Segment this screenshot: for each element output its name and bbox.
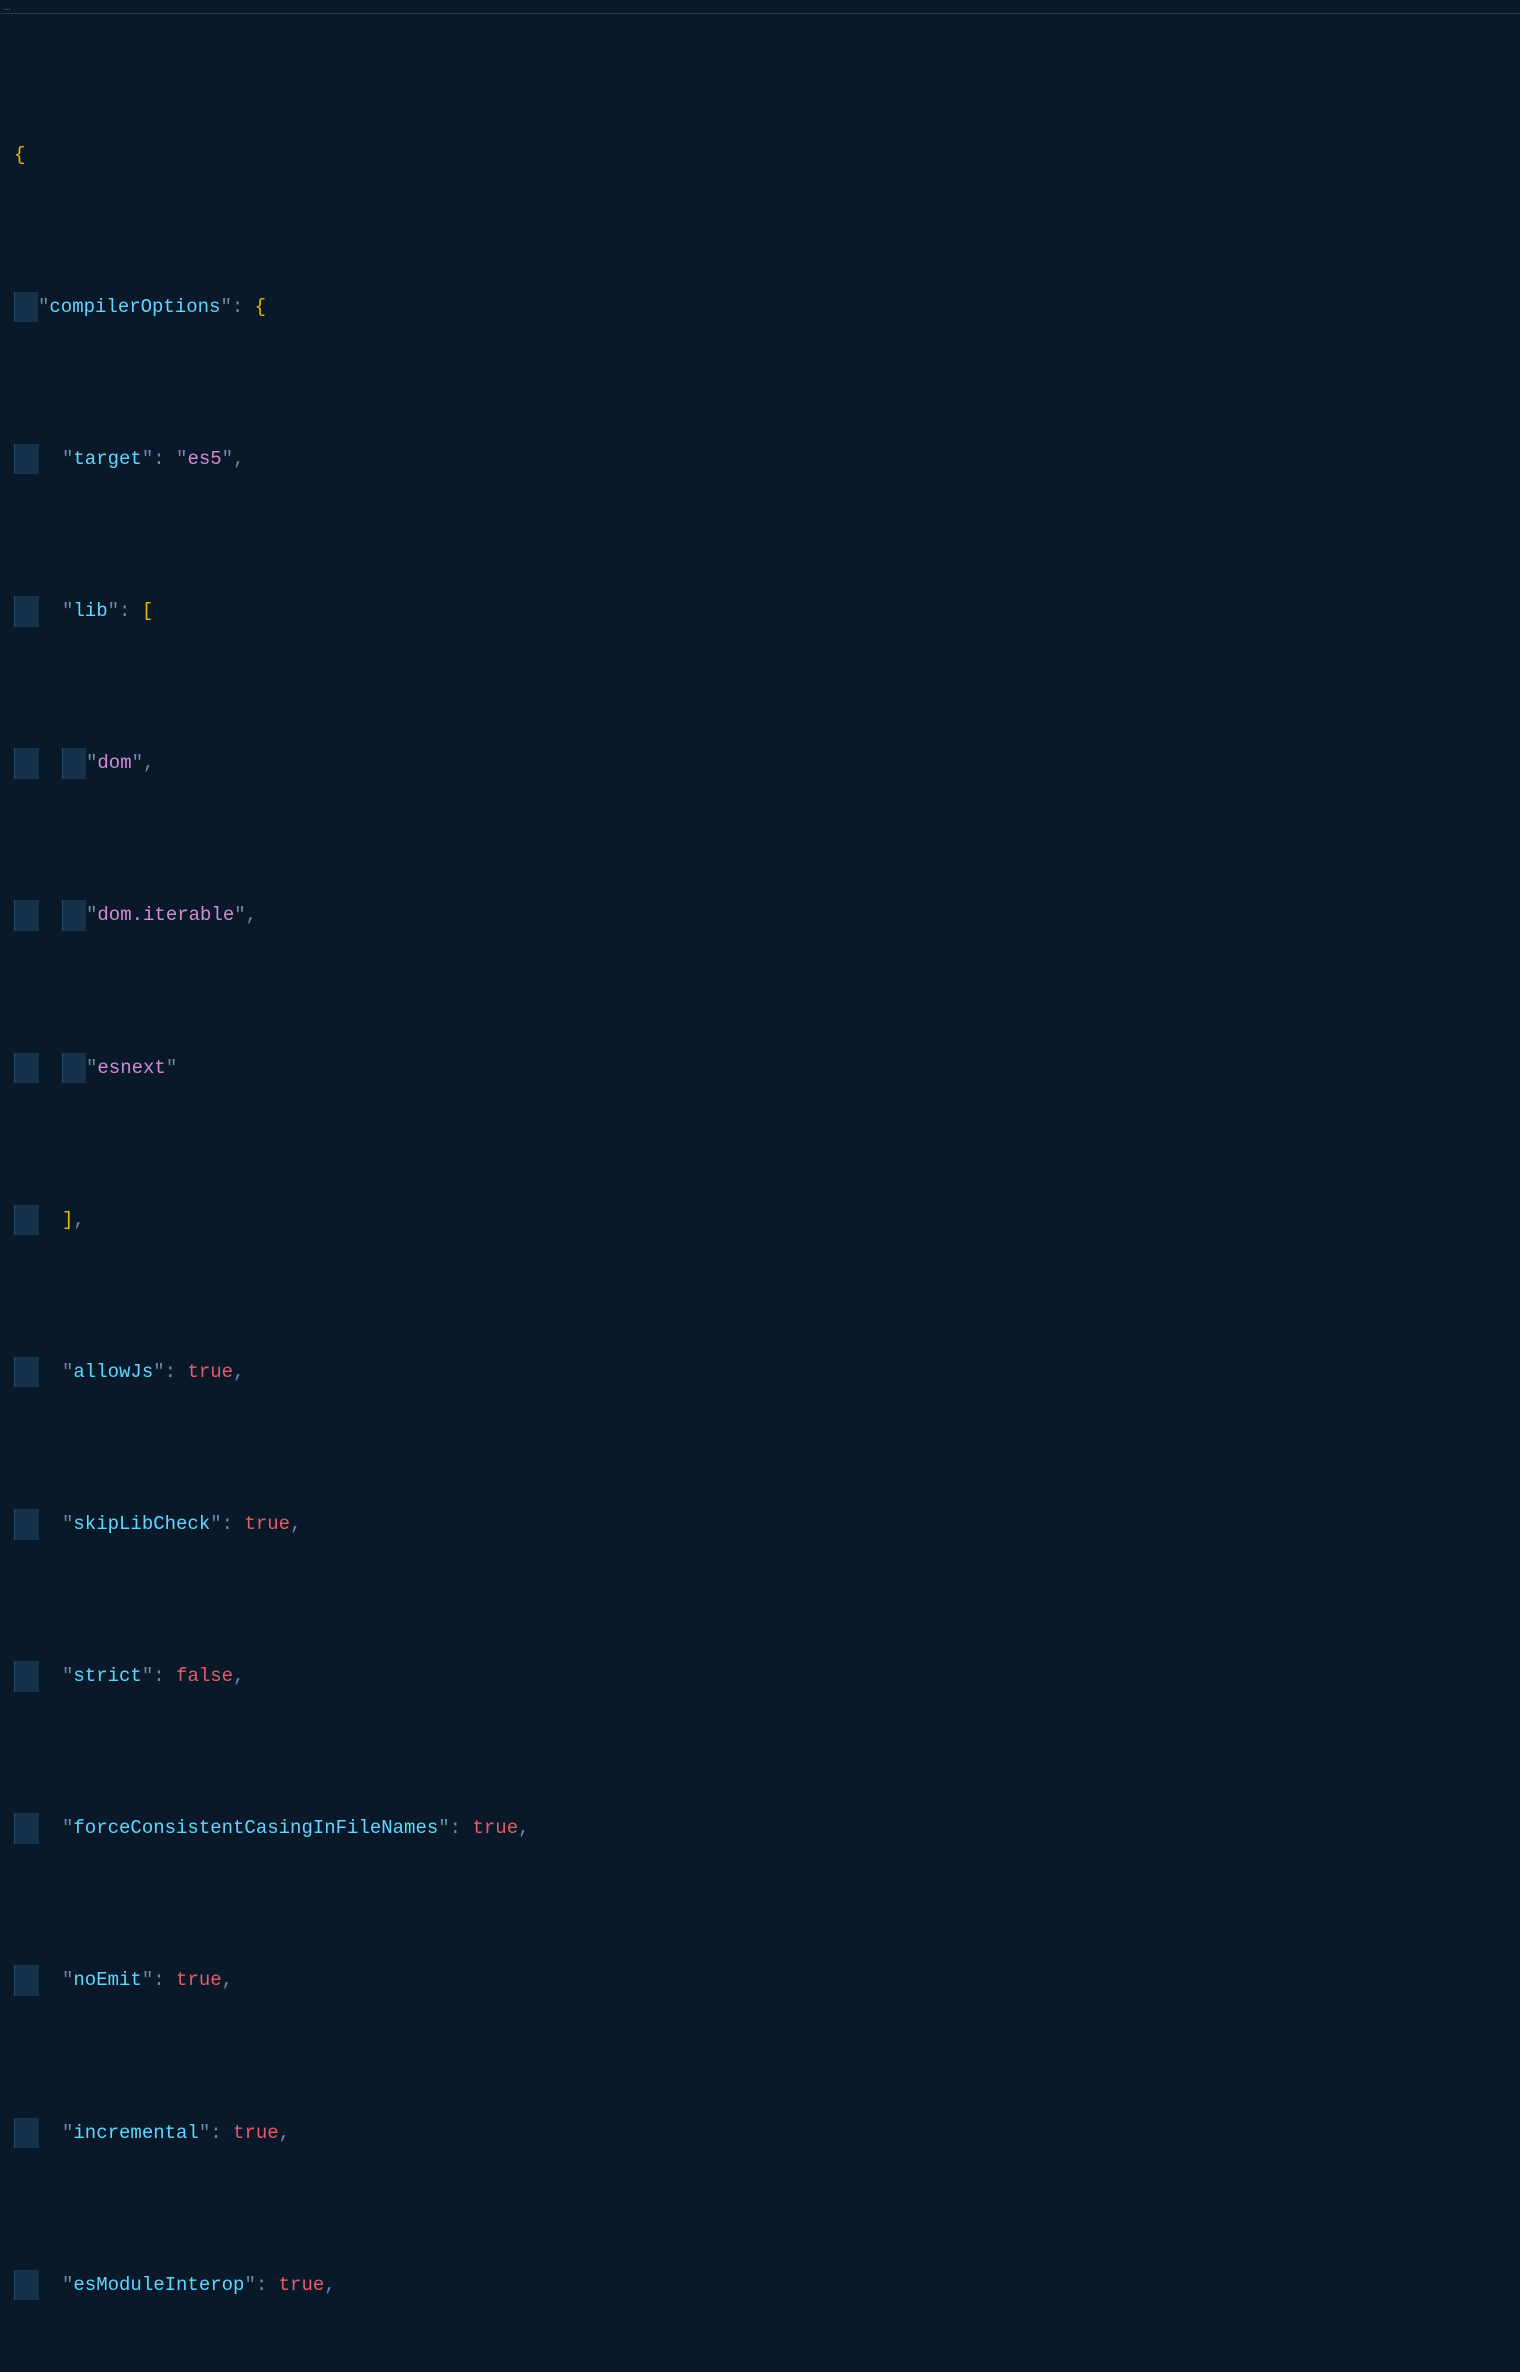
code-line: "forceConsistentCasingInFileNames": true… — [14, 1813, 530, 1844]
json-bool: true — [176, 1969, 222, 1991]
json-bool: true — [472, 1817, 518, 1839]
code-line: ], — [14, 1205, 530, 1236]
code-line: "target": "es5", — [14, 444, 530, 475]
code-line: "allowJs": true, — [14, 1357, 530, 1388]
json-bool: true — [244, 1513, 290, 1535]
json-bool: false — [176, 1665, 233, 1687]
code-line: "dom.iterable", — [14, 900, 530, 931]
json-string: esnext — [97, 1057, 165, 1079]
json-key: lib — [73, 600, 107, 622]
json-key: esModuleInterop — [73, 2274, 244, 2296]
gutter — [0, 14, 14, 2372]
json-key: compilerOptions — [49, 296, 220, 318]
json-key: incremental — [73, 2122, 198, 2144]
code-line: "skipLibCheck": true, — [14, 1509, 530, 1540]
json-bool: true — [187, 1361, 233, 1383]
code-line: { — [14, 140, 530, 171]
code-line: "dom", — [14, 748, 530, 779]
top-bar-text: … — [4, 2, 11, 14]
code-line: "esnext" — [14, 1053, 530, 1084]
json-string: es5 — [187, 448, 221, 470]
brace-open: { — [14, 144, 25, 166]
code-line: "compilerOptions": { — [14, 292, 530, 323]
code-line: "esModuleInterop": true, — [14, 2270, 530, 2301]
code-editor[interactable]: { "compilerOptions": { "target": "es5", … — [0, 14, 1520, 2372]
json-key: skipLibCheck — [73, 1513, 210, 1535]
code-line: "incremental": true, — [14, 2118, 530, 2149]
json-key: target — [73, 448, 141, 470]
json-key: noEmit — [73, 1969, 141, 1991]
json-string: dom.iterable — [97, 904, 234, 926]
code-line: "strict": false, — [14, 1661, 530, 1692]
code-line: "lib": [ — [14, 596, 530, 627]
code-content[interactable]: { "compilerOptions": { "target": "es5", … — [14, 14, 530, 2372]
json-string: dom — [97, 752, 131, 774]
json-bool: true — [279, 2274, 325, 2296]
code-line: "noEmit": true, — [14, 1965, 530, 1996]
json-key: allowJs — [73, 1361, 153, 1383]
json-key: strict — [73, 1665, 141, 1687]
editor-top-bar: … — [0, 0, 1520, 14]
json-key: forceConsistentCasingInFileNames — [73, 1817, 438, 1839]
json-bool: true — [233, 2122, 279, 2144]
